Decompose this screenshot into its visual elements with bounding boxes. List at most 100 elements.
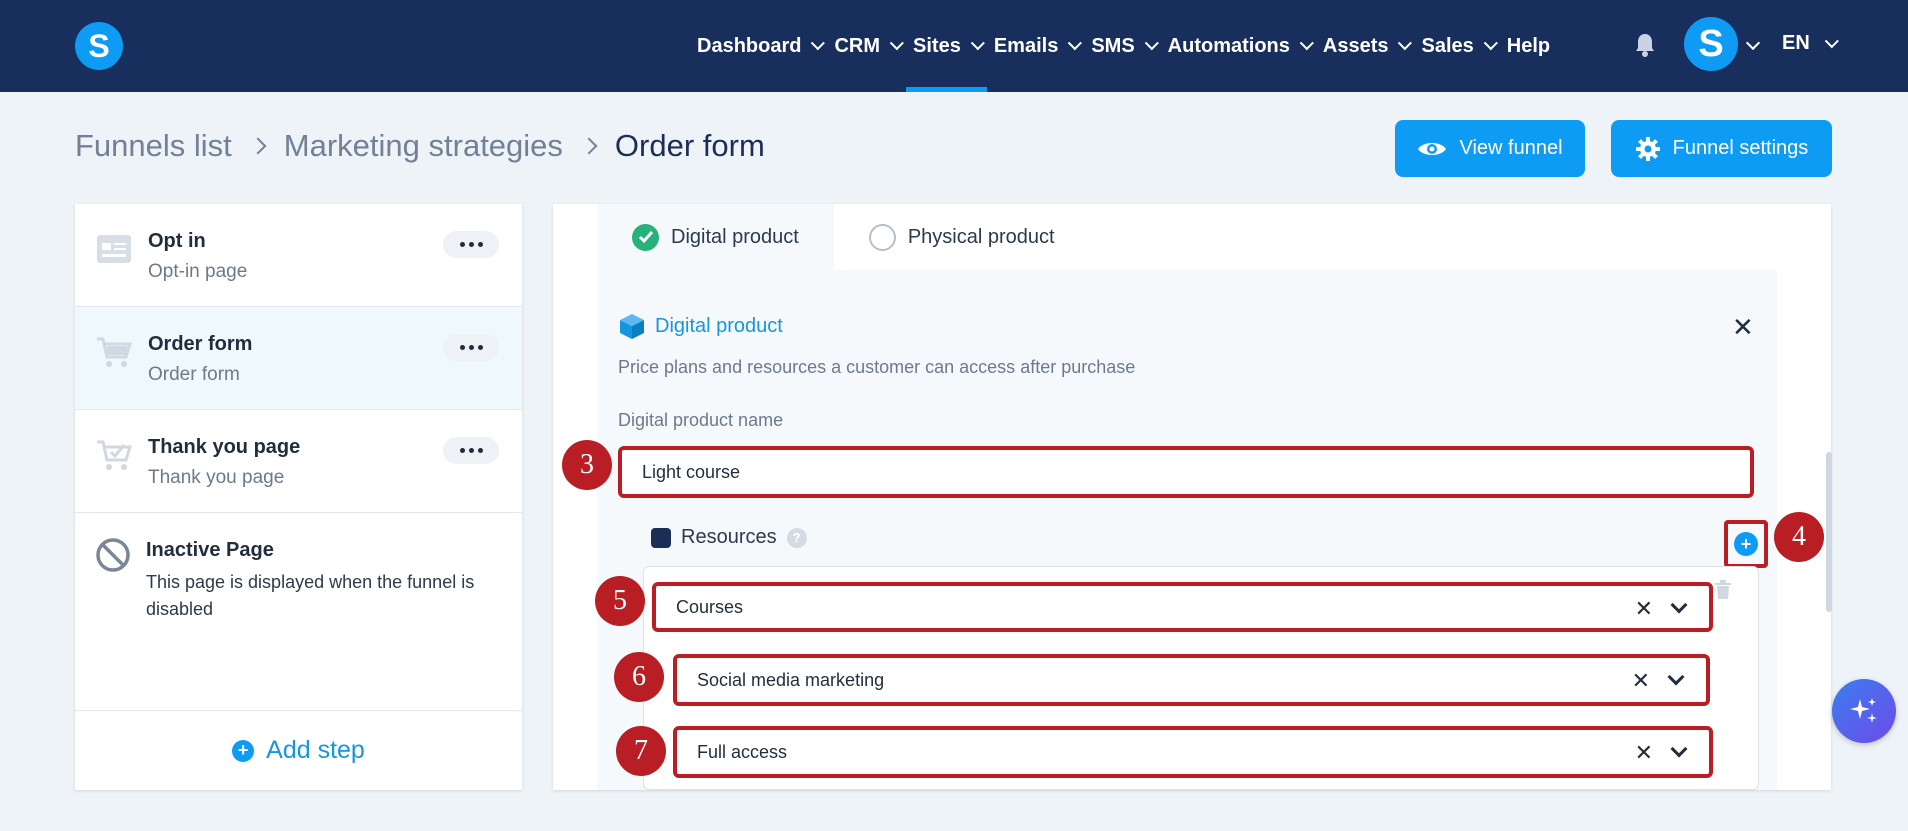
step-menu-button[interactable] — [443, 437, 499, 464]
add-step-button[interactable]: + Add step — [75, 710, 522, 790]
language-label: EN — [1782, 32, 1810, 54]
step-subtitle: Thank you page — [148, 467, 285, 488]
add-step-label: Add step — [266, 736, 365, 764]
chevron-down-icon[interactable] — [1670, 740, 1688, 758]
digital-product-description: Price plans and resources a customer can… — [618, 357, 1136, 377]
nav-label: SMS — [1091, 34, 1135, 57]
plus-icon: + — [232, 739, 255, 762]
chevron-down-icon — [1144, 36, 1159, 51]
nav-crm[interactable]: CRM — [827, 0, 906, 92]
nav-sites[interactable]: Sites — [906, 0, 987, 92]
resource-type-select[interactable]: Courses ✕ — [652, 582, 1713, 632]
clear-icon[interactable]: ✕ — [1632, 668, 1650, 694]
chevron-down-icon[interactable] — [1745, 35, 1761, 51]
language-switcher[interactable]: EN — [1782, 32, 1839, 55]
chevron-down-icon — [1299, 36, 1314, 51]
view-funnel-button[interactable]: View funnel — [1395, 120, 1585, 177]
help-icon[interactable]: ? — [786, 527, 807, 548]
scrollbar[interactable] — [1826, 452, 1832, 612]
radio-icon — [868, 223, 896, 251]
step-marker-7: 7 — [616, 726, 666, 776]
step-order-form[interactable]: Order form Order form — [75, 307, 522, 410]
bell-icon[interactable] — [1633, 32, 1657, 58]
breadcrumb-funnels-list[interactable]: Funnels list — [75, 128, 232, 164]
product-name-input[interactable]: Light course — [618, 446, 1754, 498]
chevron-down-icon — [1068, 36, 1083, 51]
gear-icon — [1635, 136, 1660, 161]
chevron-down-icon — [1398, 36, 1413, 51]
access-select[interactable]: Full access ✕ — [673, 726, 1713, 778]
funnel-settings-button[interactable]: Funnel settings — [1611, 120, 1832, 177]
eye-icon — [1418, 142, 1447, 155]
product-type-tabs: Digital product Physical product — [597, 204, 1090, 270]
nav-label: Sales — [1421, 34, 1474, 57]
course-select[interactable]: Social media marketing ✕ — [673, 654, 1710, 706]
tab-physical-product[interactable]: Physical product — [834, 204, 1090, 270]
resources-heading: Resources ? — [651, 526, 807, 549]
nav-help[interactable]: Help — [1500, 0, 1557, 92]
chevron-down-icon — [811, 36, 826, 51]
inactive-page-title: Inactive Page — [146, 539, 274, 561]
box-icon — [620, 314, 644, 339]
product-editor-panel: Digital product Physical product Digital… — [553, 204, 1831, 790]
nav-label: Assets — [1322, 34, 1389, 57]
step-marker-4: 4 — [1774, 512, 1824, 562]
ai-assistant-button[interactable] — [1832, 679, 1896, 743]
nav-assets[interactable]: Assets — [1316, 0, 1415, 92]
clear-icon[interactable]: ✕ — [1635, 740, 1653, 766]
inactive-page-description: This page is displayed when the funnel i… — [146, 572, 475, 619]
breadcrumb-marketing-strategies[interactable]: Marketing strategies — [284, 128, 563, 164]
step-marker-3: 3 — [562, 440, 612, 490]
chevron-down-icon — [970, 36, 985, 51]
step-menu-button[interactable] — [443, 334, 499, 361]
cart-icon — [97, 337, 133, 367]
step-opt-in[interactable]: Opt in Opt-in page — [75, 204, 522, 307]
chevron-down-icon — [1824, 33, 1839, 48]
nav-label: Dashboard — [697, 34, 802, 57]
view-funnel-label: View funnel — [1459, 137, 1563, 159]
select-value: Courses — [676, 596, 744, 617]
nav-label: Emails — [993, 34, 1059, 57]
tab-label: Digital product — [671, 225, 799, 248]
disabled-icon — [96, 538, 130, 572]
step-thank-you[interactable]: Thank you page Thank you page — [75, 410, 522, 513]
breadcrumb: Funnels list Marketing strategies Order … — [75, 128, 765, 164]
step-title: Order form — [148, 333, 253, 355]
funnel-steps-panel: Opt in Opt-in page Order form Order form… — [75, 204, 522, 790]
user-avatar[interactable]: S — [1684, 17, 1738, 71]
check-icon — [632, 223, 659, 251]
chevron-down-icon — [889, 36, 904, 51]
step-marker-5: 5 — [595, 576, 645, 626]
product-name-label: Digital product name — [618, 410, 784, 430]
nav-sms[interactable]: SMS — [1084, 0, 1160, 92]
sparkle-icon — [1850, 698, 1877, 723]
step-menu-button[interactable] — [443, 231, 499, 258]
funnel-settings-label: Funnel settings — [1672, 137, 1809, 159]
resources-label: Resources — [681, 526, 777, 548]
nav-dashboard[interactable]: Dashboard — [690, 0, 827, 92]
clear-icon[interactable]: ✕ — [1635, 596, 1653, 622]
tab-digital-product[interactable]: Digital product — [597, 204, 834, 270]
close-icon[interactable]: ✕ — [1732, 312, 1754, 343]
step-title: Opt in — [148, 230, 206, 252]
step-subtitle: Order form — [148, 364, 240, 385]
chevron-down-icon[interactable] — [1667, 668, 1685, 686]
step-marker-6: 6 — [614, 652, 664, 702]
nav-automations[interactable]: Automations — [1161, 0, 1316, 92]
step-inactive-page[interactable]: Inactive Page This page is displayed whe… — [75, 513, 522, 710]
chevron-down-icon[interactable] — [1670, 596, 1688, 614]
cart-check-icon — [97, 440, 133, 470]
page-title: Order form — [614, 128, 765, 163]
digital-product-card: Digital product ✕ Price plans and resour… — [597, 270, 1777, 790]
main-nav: Dashboard CRM Sites Emails SMS Automatio… — [690, 0, 1557, 92]
select-value: Full access — [697, 741, 788, 762]
app-logo[interactable]: S — [75, 22, 123, 70]
step-title: Thank you page — [148, 436, 301, 458]
nav-sales[interactable]: Sales — [1414, 0, 1499, 92]
plus-icon: + — [1734, 532, 1758, 556]
top-nav-bar: S Dashboard CRM Sites Emails SMS Automat… — [0, 0, 1908, 92]
nav-emails[interactable]: Emails — [987, 0, 1084, 92]
tab-label: Physical product — [907, 225, 1055, 248]
trash-icon[interactable] — [1714, 580, 1732, 600]
add-resource-button[interactable]: + — [1724, 520, 1768, 568]
